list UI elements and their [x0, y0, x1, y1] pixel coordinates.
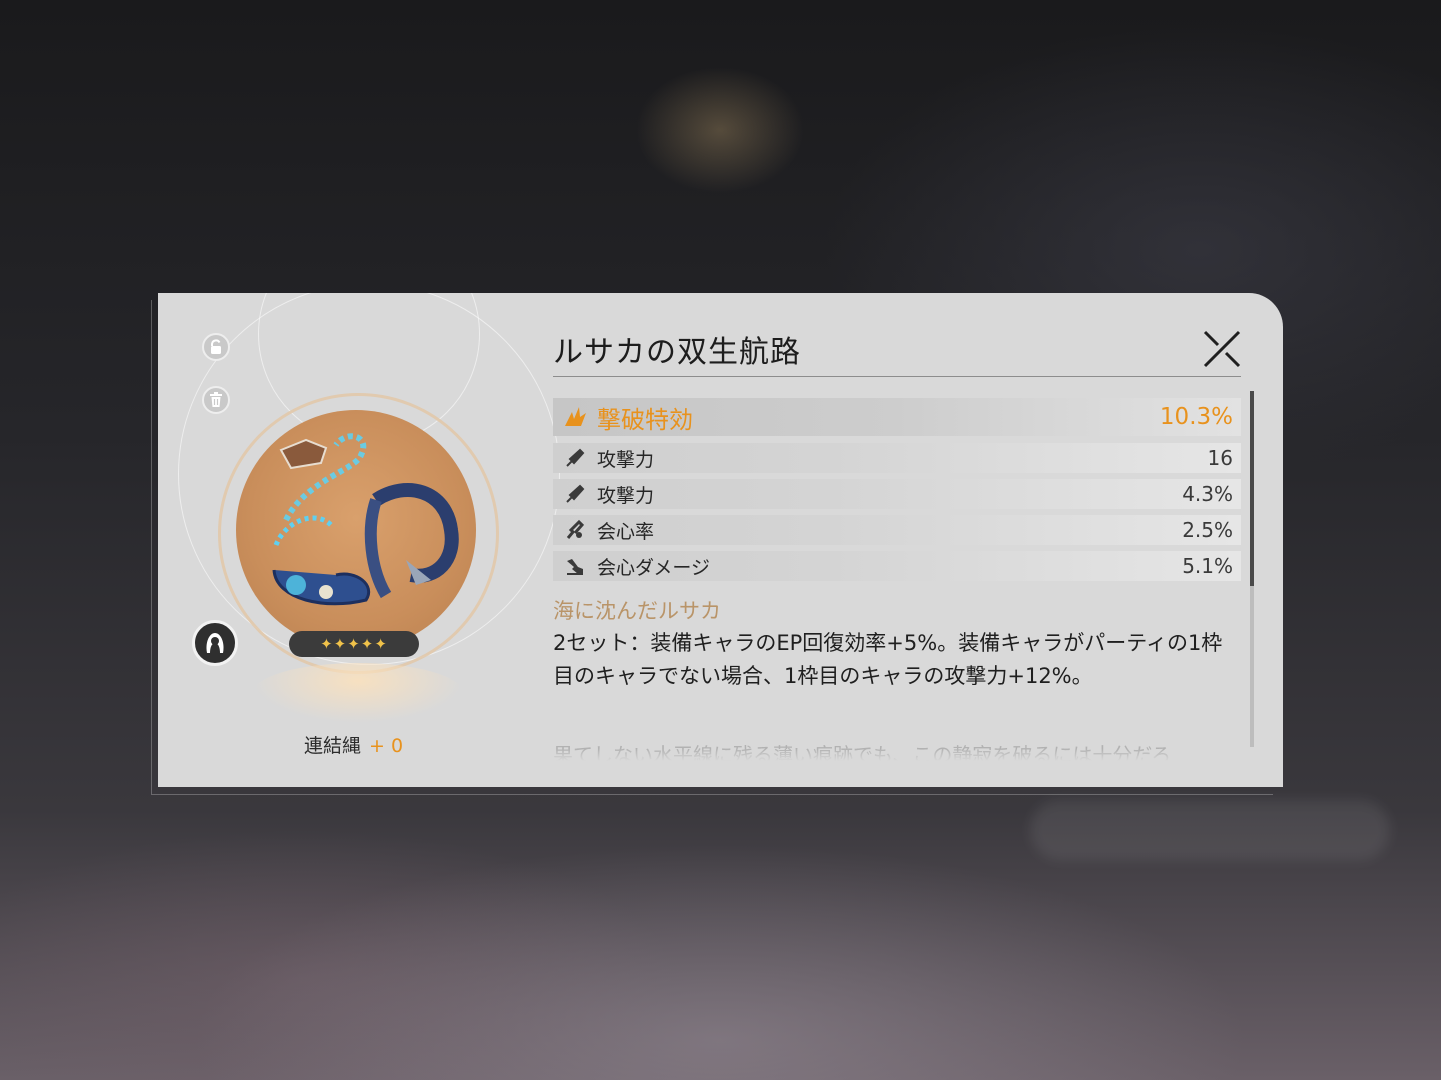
- title-divider: [553, 376, 1241, 377]
- sub-stat-value: 2.5%: [1182, 518, 1233, 542]
- break-effect-icon: [553, 404, 597, 430]
- scrollbar[interactable]: [1250, 391, 1254, 747]
- sub-stat-row: 攻撃力 16: [553, 443, 1241, 473]
- main-stat-name: 撃破特効: [597, 405, 693, 434]
- sub-stat-value: 16: [1207, 446, 1233, 470]
- set-name: 海に沈んだルサカ: [553, 599, 721, 623]
- sub-stat-name: 攻撃力: [597, 484, 655, 507]
- character-avatar-icon: [206, 633, 224, 653]
- sub-stat-name: 攻撃力: [597, 448, 655, 471]
- atk-icon: [553, 447, 597, 469]
- sub-stat-row: 攻撃力 4.3%: [553, 479, 1241, 509]
- flavor-text: 果てしない水平線に残る薄い痕跡でも、この静寂を破るには十分だろ: [553, 743, 1172, 761]
- background-glow: [1030, 800, 1390, 860]
- bond-label: 連結縄: [304, 735, 362, 757]
- crit-dmg-icon: [553, 555, 597, 577]
- equipped-character-button[interactable]: [192, 620, 238, 666]
- stats-list: 撃破特効 10.3% 攻撃力 16 攻撃力 4.3% 会心率 2.5% 会心ダメ…: [553, 398, 1241, 587]
- relic-detail-panel: ✦✦✦✦✦ 連結縄 + 0 ルサカの双生航路 撃破特効 10.3% 攻撃力 16…: [158, 293, 1283, 787]
- rarity-stars: ✦✦✦✦✦: [289, 631, 419, 657]
- bond-level: 連結縄 + 0: [304, 731, 403, 758]
- pedestal-glow: [253, 663, 463, 723]
- trash-icon: [210, 392, 222, 407]
- sub-stat-name: 会心ダメージ: [597, 556, 711, 579]
- sub-stat-value: 4.3%: [1182, 482, 1233, 506]
- sub-stat-name: 会心率: [597, 520, 655, 543]
- atk-icon: [553, 483, 597, 505]
- relic-image: [236, 410, 476, 650]
- crit-rate-icon: [553, 519, 597, 541]
- close-icon: [1203, 330, 1241, 368]
- scrollbar-thumb[interactable]: [1250, 391, 1254, 586]
- lock-button[interactable]: [202, 333, 230, 361]
- discard-button[interactable]: [202, 386, 230, 414]
- main-stat-row: 撃破特効 10.3%: [553, 398, 1241, 436]
- relic-title: ルサカの双生航路: [553, 335, 801, 370]
- sub-stat-value: 5.1%: [1182, 554, 1233, 578]
- main-stat-value: 10.3%: [1159, 404, 1233, 430]
- relic-illustration: [272, 433, 459, 606]
- relic-preview-column: ✦✦✦✦✦ 連結縄 + 0: [158, 293, 538, 787]
- bond-value: + 0: [369, 735, 404, 757]
- set-bonus-description: 2セット：装備キャラのEP回復効率+5%。装備キャラがパーティの1枠目のキャラで…: [553, 631, 1223, 688]
- sub-stat-row: 会心ダメージ 5.1%: [553, 551, 1241, 581]
- close-button[interactable]: [1201, 328, 1243, 370]
- lock-open-icon: [211, 339, 221, 354]
- sub-stat-row: 会心率 2.5%: [553, 515, 1241, 545]
